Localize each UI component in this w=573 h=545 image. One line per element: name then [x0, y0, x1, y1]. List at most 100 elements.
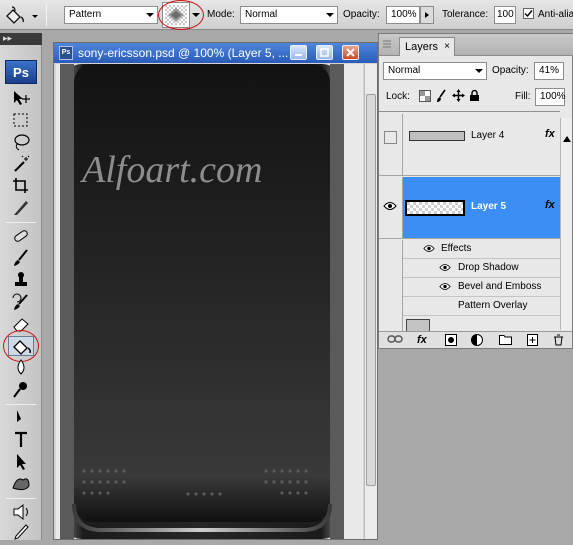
- pen-tool[interactable]: [8, 408, 34, 428]
- effect-drop-shadow[interactable]: Drop Shadow: [403, 259, 560, 278]
- fill-input[interactable]: 100%: [535, 88, 566, 106]
- move-tool[interactable]: [8, 88, 34, 108]
- panel-grip[interactable]: [381, 39, 393, 51]
- bandage-icon: [14, 230, 28, 242]
- effect-pattern-overlay[interactable]: Pattern Overlay: [403, 297, 560, 316]
- eyedropper-tool[interactable]: [8, 522, 34, 542]
- toolbox-grip[interactable]: ▸▸: [0, 33, 42, 45]
- new-layer-icon: [527, 334, 538, 346]
- tolerance-input[interactable]: 100: [494, 6, 516, 24]
- panel-tab-strip: Layers ×: [379, 34, 573, 56]
- minimize-button[interactable]: [290, 45, 307, 60]
- pen-icon: [17, 410, 21, 422]
- maximize-button[interactable]: [316, 45, 333, 60]
- document-title-bar[interactable]: Ps sony-ericsson.psd @ 100% (Layer 5, ..…: [54, 43, 377, 63]
- toolbox: ▸▸ Ps: [0, 33, 42, 540]
- paint-bucket-icon: [6, 6, 38, 24]
- add-layer-style-button[interactable]: fx: [417, 334, 427, 346]
- layer-row[interactable]: Layer 4 fx: [403, 114, 560, 176]
- clone-stamp-tool[interactable]: [8, 270, 34, 290]
- layer-thumbnail: [405, 200, 465, 216]
- layer-opacity-label: Opacity:: [492, 65, 529, 76]
- eye-icon: [439, 283, 451, 290]
- anti-alias-checkbox[interactable]: [523, 8, 534, 19]
- shape-icon: [12, 478, 30, 491]
- layers-panel: Layers × Normal Opacity: 41% Lock: Fill:: [378, 33, 573, 349]
- close-icon[interactable]: ×: [444, 38, 450, 56]
- blend-mode-select[interactable]: Normal: [383, 62, 487, 80]
- slice-tool[interactable]: [8, 198, 34, 218]
- fx-icon: fx: [545, 128, 555, 140]
- effects-label: Effects: [441, 243, 472, 254]
- mode-select[interactable]: Normal: [240, 6, 338, 24]
- new-group-button[interactable]: [499, 334, 512, 348]
- marquee-tool[interactable]: [8, 110, 34, 130]
- canvas[interactable]: Alfoart.com: [56, 64, 363, 539]
- layer-opacity-input[interactable]: 41%: [534, 62, 564, 80]
- tolerance-label: Tolerance:: [442, 9, 489, 20]
- checker-icon: [419, 90, 431, 102]
- eye-icon: [439, 264, 451, 271]
- close-button[interactable]: [342, 45, 359, 60]
- history-brush-tool[interactable]: [8, 292, 34, 312]
- arrow-icon: [17, 454, 26, 470]
- link-icon: [387, 335, 403, 343]
- delete-layer-button[interactable]: [553, 334, 564, 349]
- document-vertical-scrollbar[interactable]: [364, 64, 377, 539]
- fill-source-select[interactable]: Pattern: [64, 6, 158, 24]
- layer-row-selected[interactable]: Layer 5 fx: [403, 177, 560, 239]
- tab-layers[interactable]: Layers ×: [399, 37, 455, 56]
- lock-transparency-button[interactable]: [419, 90, 431, 105]
- lock-position-button[interactable]: [452, 89, 465, 105]
- adjustment-icon: [471, 334, 483, 346]
- dodge-icon: [13, 382, 27, 398]
- effect-name: Pattern Overlay: [458, 300, 528, 311]
- ps-document-icon: Ps: [59, 46, 73, 60]
- magic-wand-tool[interactable]: [8, 154, 34, 174]
- visibility-toggle[interactable]: [379, 114, 403, 176]
- path-selection-tool[interactable]: [8, 452, 34, 472]
- visibility-toggle[interactable]: [379, 177, 403, 239]
- add-mask-button[interactable]: [445, 334, 457, 349]
- chevron-down-icon: [475, 69, 483, 73]
- opacity-input[interactable]: 100%: [386, 6, 420, 24]
- chevron-down-icon: [326, 13, 334, 17]
- document-window: Ps sony-ericsson.psd @ 100% (Layer 5, ..…: [53, 42, 378, 540]
- lock-pixels-button[interactable]: [436, 89, 448, 106]
- brush-icon: [437, 89, 446, 102]
- fill-value: 100%: [540, 91, 566, 102]
- opacity-label: Opacity:: [343, 9, 380, 20]
- tool-preset-picker[interactable]: [4, 4, 42, 26]
- annotation-circle: [158, 0, 204, 30]
- chevron-down-icon: [146, 13, 154, 17]
- dodge-tool[interactable]: [8, 380, 34, 400]
- mode-value: Normal: [245, 9, 278, 20]
- scrollbar-thumb[interactable]: [366, 94, 376, 486]
- visibility-toggle[interactable]: [379, 317, 403, 331]
- folder-icon: [499, 335, 512, 345]
- type-tool[interactable]: [8, 430, 34, 450]
- checker-thumbnail-icon: [407, 202, 463, 214]
- toolbox-separator: [6, 222, 36, 223]
- checkmark-icon: [524, 10, 533, 18]
- blur-tool[interactable]: [8, 358, 34, 378]
- adjustment-layer-button[interactable]: [471, 334, 483, 349]
- opacity-slider-button[interactable]: [420, 6, 434, 24]
- blend-mode-value: Normal: [388, 65, 421, 76]
- blend-row: Normal Opacity: 41%: [379, 60, 573, 82]
- link-layers-button[interactable]: [387, 334, 403, 347]
- lock-all-button[interactable]: [469, 89, 480, 105]
- effect-bevel-emboss[interactable]: Bevel and Emboss: [403, 278, 560, 297]
- effects-row[interactable]: Effects: [403, 240, 560, 259]
- healing-brush-tool[interactable]: [8, 226, 34, 246]
- lock-row: Lock: Fill: 100%: [379, 86, 573, 108]
- lasso-tool[interactable]: [8, 132, 34, 152]
- new-layer-button[interactable]: [527, 334, 538, 349]
- brush-tool[interactable]: [8, 248, 34, 268]
- custom-shape-tool[interactable]: [8, 474, 34, 494]
- layers-scrollbar[interactable]: [560, 118, 572, 330]
- ps-logo[interactable]: Ps: [5, 60, 37, 84]
- effect-name: Bevel and Emboss: [458, 281, 542, 292]
- notes-tool[interactable]: [8, 502, 34, 522]
- crop-tool[interactable]: [8, 176, 34, 196]
